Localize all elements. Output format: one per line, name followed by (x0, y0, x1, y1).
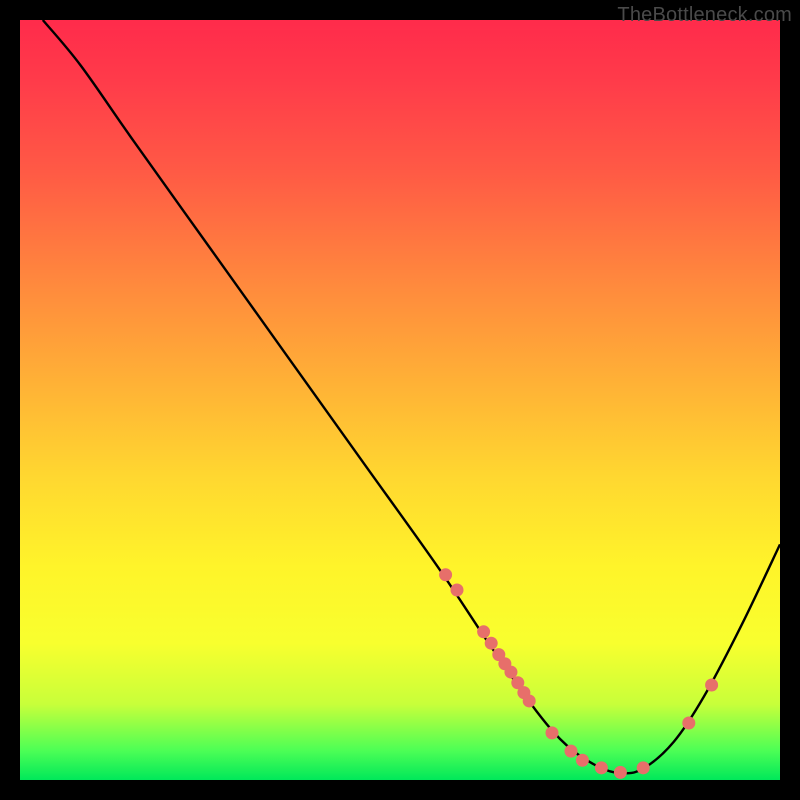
data-point (595, 761, 608, 774)
data-point (637, 761, 650, 774)
data-point (576, 754, 589, 767)
data-point (682, 717, 695, 730)
data-point (546, 726, 559, 739)
data-markers (439, 568, 718, 779)
data-point (477, 625, 490, 638)
data-point (705, 679, 718, 692)
data-point (504, 666, 517, 679)
data-point (439, 568, 452, 581)
data-point (614, 766, 627, 779)
data-point (451, 584, 464, 597)
data-point (565, 745, 578, 758)
bottleneck-curve (43, 20, 780, 773)
chart-svg (20, 20, 780, 780)
data-point (485, 637, 498, 650)
data-point (523, 694, 536, 707)
